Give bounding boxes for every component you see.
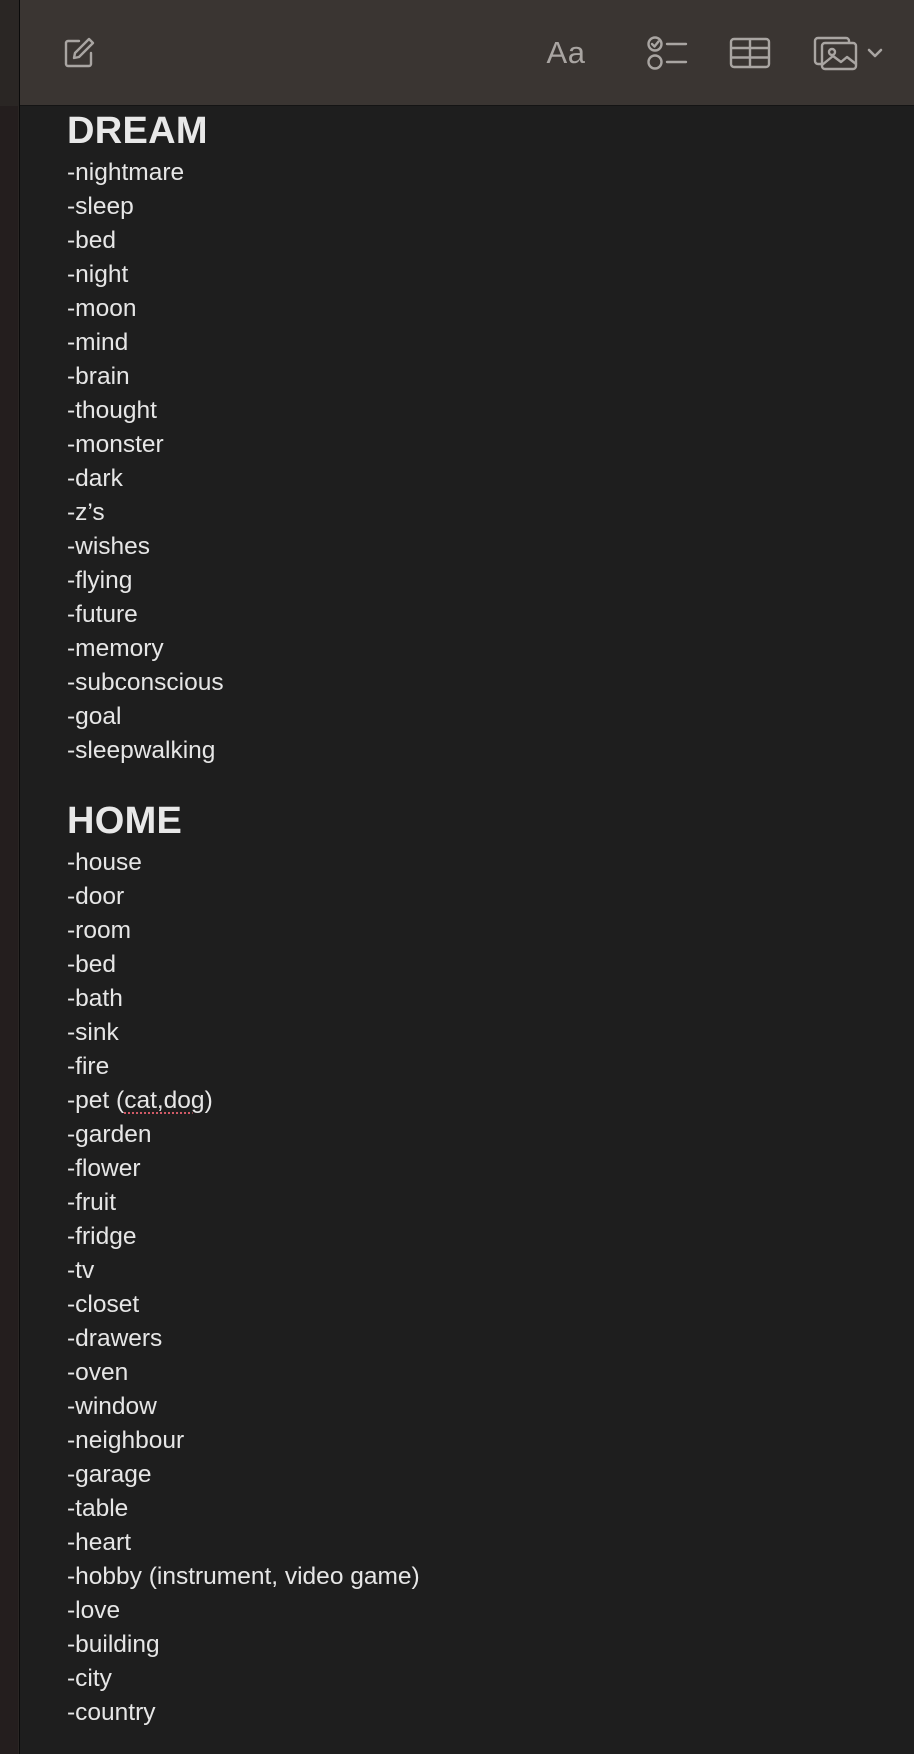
- table-icon: [729, 36, 771, 70]
- list-item: -flower: [67, 1155, 141, 1182]
- list-item: -oven: [67, 1359, 129, 1386]
- list-item: -nightmare: [67, 159, 185, 186]
- list-item: -dark: [67, 465, 123, 492]
- list-item: -goal: [67, 703, 122, 730]
- list-item: -window: [67, 1393, 157, 1420]
- list-item: -door: [67, 883, 125, 910]
- list-item: -fridge: [67, 1223, 137, 1250]
- list-item: -room: [67, 917, 131, 944]
- sidebar-edge: [0, 0, 19, 1754]
- list-item: -fruit: [67, 1189, 116, 1216]
- chevron-down-icon: [867, 47, 883, 59]
- pet-prefix: -pet (: [67, 1087, 125, 1114]
- list-item: -country: [67, 1699, 156, 1726]
- media-icon: [813, 35, 859, 71]
- list-item: -mind: [67, 329, 129, 356]
- list-item: -neighbour: [67, 1427, 185, 1454]
- list-item: -sleep: [67, 193, 134, 220]
- list-item: -future: [67, 601, 138, 628]
- list-item: -flying: [67, 567, 133, 594]
- checklist-icon: [647, 35, 689, 71]
- list-item: -drawers: [67, 1325, 163, 1352]
- format-button[interactable]: Aa: [536, 30, 596, 76]
- toolbar: Aa: [20, 0, 914, 106]
- list-item: -closet: [67, 1291, 140, 1318]
- misspelled-word[interactable]: cat,dog: [124, 1087, 204, 1114]
- list-item: -sleepwalking: [67, 737, 216, 764]
- section-heading-dream: DREAM: [67, 110, 208, 152]
- list-item: -heart: [67, 1529, 132, 1556]
- list-item: -table: [67, 1495, 129, 1522]
- compose-icon: [62, 36, 96, 70]
- list-item: -z’s: [67, 499, 105, 526]
- list-item: -house: [67, 849, 142, 876]
- sidebar-divider[interactable]: [19, 0, 20, 1754]
- list-item: -garden: [67, 1121, 152, 1148]
- list-item: -subconscious: [67, 669, 224, 696]
- list-item: -brain: [67, 363, 130, 390]
- list-item: -bath: [67, 985, 123, 1012]
- note-body[interactable]: DREAM -nightmare -sleep -bed -night -moo…: [67, 106, 884, 1730]
- pet-suffix: ): [204, 1087, 213, 1114]
- format-label: Aa: [546, 35, 586, 70]
- sidebar-edge-lower: [0, 106, 18, 1754]
- list-item: -memory: [67, 635, 164, 662]
- notes-window: Aa DREAM -nightmare -sleep -bed -night -…: [0, 0, 914, 1754]
- list-item: -city: [67, 1665, 112, 1692]
- list-item: -monster: [67, 431, 164, 458]
- media-menu-button[interactable]: [798, 30, 898, 76]
- list-item: -fire: [67, 1053, 110, 1080]
- checklist-button[interactable]: [643, 30, 693, 76]
- table-button[interactable]: [725, 30, 775, 76]
- list-item: -love: [67, 1597, 121, 1624]
- list-item: -bed: [67, 227, 117, 254]
- list-item: -building: [67, 1631, 160, 1658]
- section-heading-home: HOME: [67, 800, 183, 842]
- list-item: -wishes: [67, 533, 151, 560]
- list-item: -sink: [67, 1019, 119, 1046]
- list-item-pet: -pet (cat,dog): [67, 1084, 884, 1118]
- list-item: -hobby (instrument, video game): [67, 1563, 420, 1590]
- list-item: -garage: [67, 1461, 152, 1488]
- list-item: -moon: [67, 295, 137, 322]
- list-item: -bed: [67, 951, 117, 978]
- list-item: -night: [67, 261, 129, 288]
- list-item: -tv: [67, 1257, 95, 1284]
- new-note-button[interactable]: [56, 30, 102, 76]
- list-item: -thought: [67, 397, 157, 424]
